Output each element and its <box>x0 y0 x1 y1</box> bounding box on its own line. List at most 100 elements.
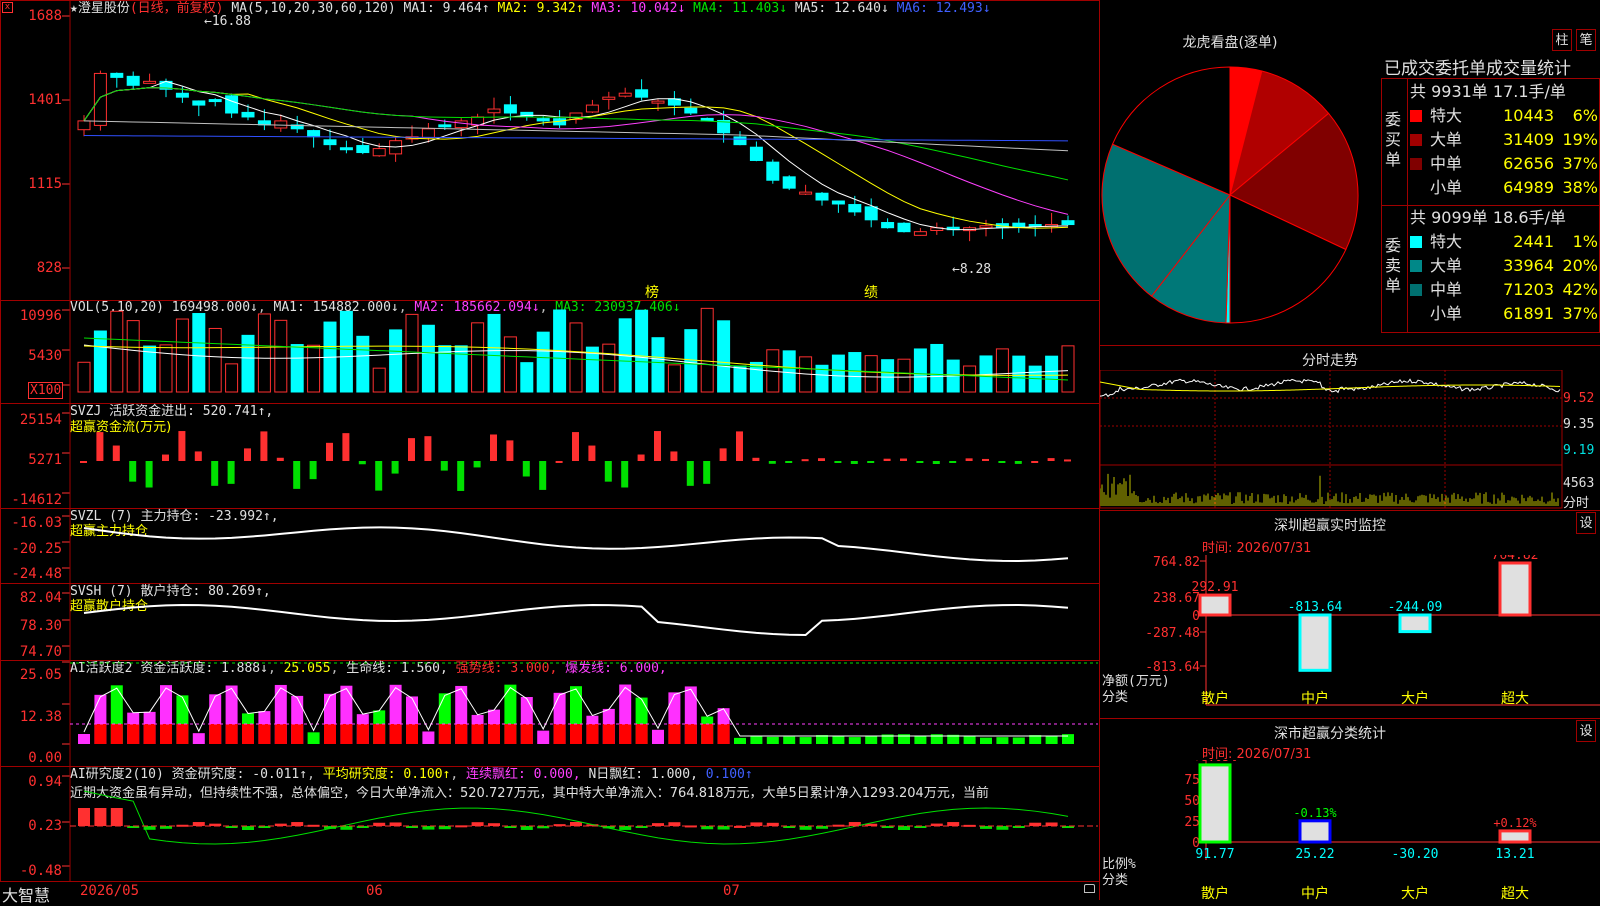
sell-total: 共 9099单 18.6手/单 <box>1410 208 1566 227</box>
volume-bar <box>77 361 91 393</box>
legend-swatch <box>1410 236 1422 248</box>
ma-line-120 <box>83 135 1069 142</box>
activity-bar-base <box>291 724 304 744</box>
axis-caption: 分类 <box>1102 873 1128 888</box>
fund-flow-chart[interactable] <box>0 403 1100 509</box>
ai-active-chart[interactable] <box>0 660 1100 767</box>
intraday-price-label: 9.19 <box>1563 443 1595 458</box>
fund-flow-bar <box>80 461 87 463</box>
tick-mode-button[interactable]: 笔 <box>1576 29 1596 51</box>
activity-bar-base <box>143 724 156 744</box>
category-label: 大户 <box>1401 690 1429 707</box>
brand-label[interactable]: 大智慧 <box>2 882 50 906</box>
retail-holding-chart[interactable] <box>0 583 1100 661</box>
activity-bar-base <box>586 724 599 744</box>
research-bar <box>389 822 402 826</box>
activity-bar-base <box>455 724 468 744</box>
order-volume: 64989 <box>1503 178 1554 197</box>
activity-bar <box>750 735 763 744</box>
volume-bar <box>602 343 616 393</box>
sz-monitor-title: 深圳超赢实时监控 <box>1274 518 1386 534</box>
research-bar <box>570 822 582 826</box>
volume-bar <box>684 329 698 393</box>
candle-body <box>831 200 845 205</box>
net-flow-bar-chart[interactable]: 764.82238.670-287.48-813.64净额(万元)分类292.9… <box>1100 555 1600 720</box>
fund-flow-bar <box>112 445 120 461</box>
fund-flow-bar <box>440 461 448 471</box>
axis-caption: 比例% <box>1102 857 1136 872</box>
bar-mode-button[interactable]: 柱 <box>1552 29 1572 51</box>
ai-research-chart[interactable] <box>0 766 1100 882</box>
order-volume: 61891 <box>1503 304 1554 323</box>
candle-body <box>274 120 288 129</box>
research-bar <box>340 826 353 830</box>
order-size-label: 中单 <box>1430 280 1463 299</box>
date-axis <box>0 881 1100 901</box>
volume-bar <box>159 344 173 393</box>
candle-body <box>110 72 124 78</box>
volume-bar <box>897 358 911 393</box>
activity-bar <box>422 731 435 744</box>
volume-bar <box>290 344 304 393</box>
activity-bar-base <box>438 724 451 744</box>
fund-flow-bar <box>654 431 661 461</box>
candle-body <box>536 118 550 122</box>
activity-bar-base <box>717 724 730 744</box>
volume-bar <box>831 354 845 393</box>
net-flow-bar <box>1198 593 1232 617</box>
order-volume: 10443 <box>1503 106 1554 125</box>
order-percent: 38% <box>1562 178 1598 197</box>
volume-bar <box>569 322 583 393</box>
candle-body <box>241 111 255 118</box>
volume-bar <box>389 329 403 393</box>
fund-flow-bar <box>736 431 743 461</box>
fund-flow-bar <box>342 433 350 461</box>
activity-bar <box>192 733 205 744</box>
date-label: 2026/05 <box>80 883 140 899</box>
intraday-chart[interactable] <box>1100 370 1600 510</box>
buy-total: 共 9931单 17.1手/单 <box>1410 82 1566 101</box>
candle-body <box>175 92 189 98</box>
research-bar <box>520 826 533 830</box>
candle-body <box>421 128 435 138</box>
fund-flow-bar <box>785 461 793 463</box>
volume-bar <box>274 319 288 393</box>
order-size-label: 小单 <box>1430 304 1463 323</box>
class-ratio-bar-chart[interactable]: 7550250比例%分类+0.05%91.77散户-0.13%25.22中户-3… <box>1100 760 1600 900</box>
volume-bar <box>471 322 485 393</box>
activity-bar <box>996 737 1009 744</box>
fund-flow-bar <box>752 457 760 461</box>
legend-swatch <box>1410 308 1422 320</box>
sz-monitor-settings-button[interactable]: 设 <box>1576 512 1596 534</box>
ratio-change: +0.12% <box>1493 816 1537 830</box>
research-bar <box>799 826 812 830</box>
activity-bar-base <box>340 724 353 744</box>
activity-bar-base <box>701 724 714 744</box>
fund-flow-bar <box>162 454 169 461</box>
lhb-side-divider <box>1407 78 1408 333</box>
category-label: 超大 <box>1501 691 1529 707</box>
main-holding-chart[interactable] <box>0 508 1100 584</box>
activity-bar-base <box>160 724 172 744</box>
buy-side-label: 委买单 <box>1385 110 1402 169</box>
activity-bar <box>1012 737 1025 744</box>
order-pie-chart[interactable] <box>1100 50 1380 350</box>
fund-flow-bar <box>982 458 989 461</box>
fund-flow-bar <box>998 461 1006 463</box>
net-flow-value: -813.64 <box>1288 600 1343 615</box>
legend-swatch <box>1410 182 1422 194</box>
volume-chart[interactable] <box>0 300 1100 404</box>
candlestick-chart[interactable] <box>0 0 1100 301</box>
ratio-y-label: 75 <box>1184 773 1200 788</box>
candle-body <box>225 95 239 114</box>
volume-bar <box>963 365 977 393</box>
fund-flow-bar <box>326 442 333 461</box>
volume-bar <box>421 324 435 393</box>
sz-class-settings-button[interactable]: 设 <box>1576 720 1596 742</box>
activity-bar-base <box>619 724 632 744</box>
activity-bar-base <box>274 724 287 744</box>
intraday-price-label: 9.52 <box>1563 391 1595 406</box>
buy-order-row: 特大 10443 6% <box>1410 104 1600 128</box>
category-label: 中户 <box>1301 690 1329 707</box>
lock-icon[interactable] <box>1084 884 1095 893</box>
